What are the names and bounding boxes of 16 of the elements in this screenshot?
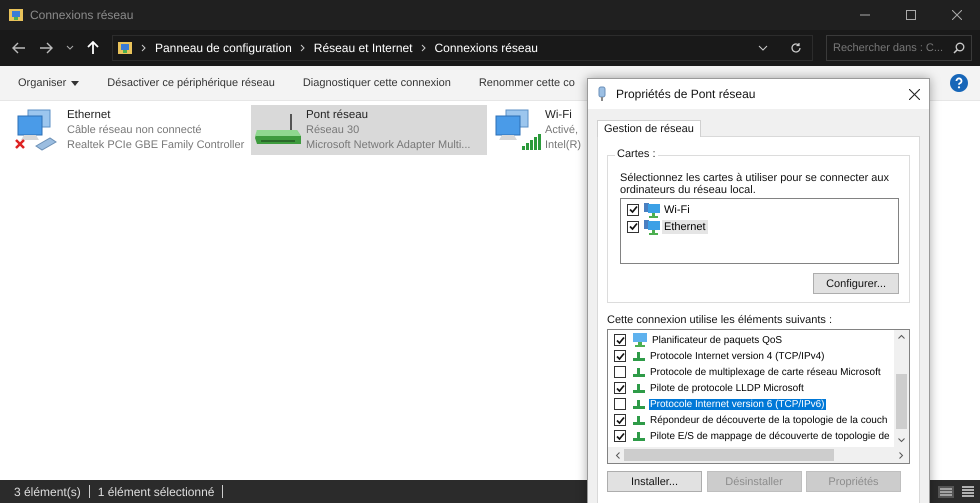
adapter-name: Realtek PCIe GBE Family Controller	[67, 138, 244, 152]
connection-name: Pont réseau	[306, 108, 370, 122]
window-title: Connexions réseau	[30, 8, 134, 22]
connection-status: Réseau 30	[306, 122, 360, 138]
group-title: Cartes :	[615, 148, 658, 160]
status-text: 3 élément(s)	[14, 484, 81, 498]
instruction-text: Sélectionnez les cartes à utiliser pour se connecter aux ordinateurs du réseau local.	[620, 172, 890, 196]
connection-status: Câble réseau non connecté	[67, 122, 203, 138]
connection-name: Ethernet	[67, 108, 112, 122]
adapter-name: Microsoft Network Adapter Multi...	[306, 138, 470, 152]
adapter-name: Intel(R)	[545, 138, 582, 152]
connection-name: Wi-Fi	[545, 108, 573, 122]
connection-status: Activé,	[545, 122, 580, 138]
components-label: Cette connexion utilise les éléments suivants :	[607, 314, 834, 326]
status-text: 1 élément sélectionné	[98, 484, 214, 498]
dialog-title: Propriétés de Pont réseau	[616, 87, 756, 101]
